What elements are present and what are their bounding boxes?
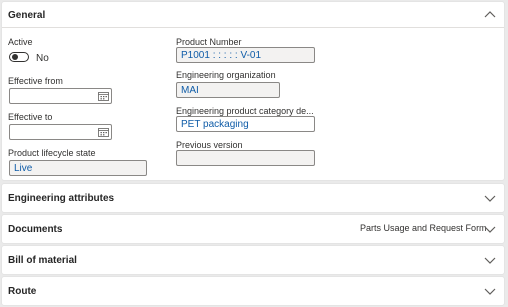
section-divider [2, 27, 504, 28]
lifecycle-field[interactable]: Live [9, 160, 147, 176]
engineering-attributes-section[interactable]: Engineering attributes [2, 184, 504, 212]
effective-to-label: Effective to [8, 112, 53, 122]
calendar-icon[interactable] [98, 91, 109, 101]
active-toggle[interactable] [9, 52, 29, 62]
bill-of-material-section[interactable]: Bill of material [2, 246, 504, 274]
effective-to-input[interactable] [9, 124, 112, 140]
general-section-header[interactable]: General [8, 10, 45, 21]
eng-category-label: Engineering product category de... [176, 106, 314, 116]
bill-of-material-header[interactable]: Bill of material [8, 255, 77, 266]
product-number-field[interactable]: P1001 : : : : : V-01 [176, 47, 315, 63]
previous-version-label: Previous version [176, 140, 243, 150]
previous-version-field[interactable] [176, 150, 315, 166]
route-section[interactable]: Route [2, 277, 504, 305]
chevron-down-icon[interactable] [483, 255, 497, 265]
eng-org-field[interactable]: MAI [176, 82, 280, 98]
product-number-label: Product Number [176, 37, 242, 47]
chevron-down-icon[interactable] [483, 193, 497, 203]
toggle-knob [12, 54, 18, 60]
eng-org-label: Engineering organization [176, 70, 276, 80]
chevron-down-icon[interactable] [483, 224, 497, 234]
general-section: General Active No Effective from Effecti… [2, 2, 504, 180]
chevron-up-icon[interactable] [483, 10, 497, 20]
effective-from-input[interactable] [9, 88, 112, 104]
active-value: No [36, 53, 49, 64]
lifecycle-label: Product lifecycle state [8, 148, 96, 158]
effective-from-label: Effective from [8, 76, 63, 86]
documents-header[interactable]: Documents [8, 224, 62, 235]
route-header[interactable]: Route [8, 286, 36, 297]
engineering-attributes-header[interactable]: Engineering attributes [8, 193, 114, 204]
chevron-down-icon[interactable] [483, 286, 497, 296]
calendar-icon[interactable] [98, 127, 109, 137]
documents-summary: Parts Usage and Request Form [360, 223, 487, 233]
active-label: Active [8, 37, 33, 47]
documents-section[interactable]: Documents Parts Usage and Request Form [2, 215, 504, 243]
eng-category-field[interactable]: PET packaging [176, 116, 315, 132]
